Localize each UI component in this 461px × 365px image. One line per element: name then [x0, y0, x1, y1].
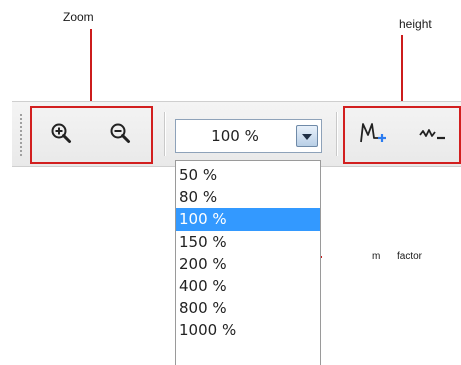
zoom-option-100[interactable]: 100 %: [176, 208, 320, 231]
chevron-down-icon: [302, 127, 312, 145]
zoom-factor-select[interactable]: 100 %: [175, 119, 322, 153]
zoom-factor-dropdown-button[interactable]: [296, 125, 318, 147]
zoom-in-icon: [50, 122, 72, 149]
toolbar-separator: [164, 112, 165, 156]
zoom-out-button[interactable]: [106, 121, 134, 149]
zoom-option-150[interactable]: 150 %: [176, 231, 320, 253]
zoom-factor-value: 100 %: [211, 127, 259, 145]
zoom-option-80[interactable]: 80 %: [176, 186, 320, 208]
zoom-annotation-line: [90, 29, 92, 107]
factor-annotation-label: factor: [397, 251, 423, 262]
zoom-factor-dropdown-list: 50 % 80 % 100 % 150 % 200 % 400 % 800 % …: [175, 160, 321, 365]
waveform-minus-icon: [417, 120, 449, 151]
zoom-out-icon: [109, 122, 131, 149]
waveform-plus-icon: [359, 120, 391, 151]
height-annotation-label: height: [399, 17, 432, 31]
zoom-annotation-label: Zoom: [63, 10, 94, 24]
toolbar-separator: [336, 112, 337, 156]
decrease-height-button[interactable]: [417, 121, 449, 149]
height-annotation-line: [401, 35, 403, 107]
zoom-option-50[interactable]: 50 %: [176, 164, 320, 186]
toolbar-grip[interactable]: [19, 113, 23, 157]
factor-annotation-prefix: m: [372, 251, 381, 262]
zoom-option-800[interactable]: 800 %: [176, 297, 320, 319]
zoom-option-1000[interactable]: 1000 %: [176, 319, 320, 341]
increase-height-button[interactable]: [359, 121, 391, 149]
zoom-option-200[interactable]: 200 %: [176, 253, 320, 275]
zoom-in-button[interactable]: [47, 121, 75, 149]
zoom-option-400[interactable]: 400 %: [176, 275, 320, 297]
